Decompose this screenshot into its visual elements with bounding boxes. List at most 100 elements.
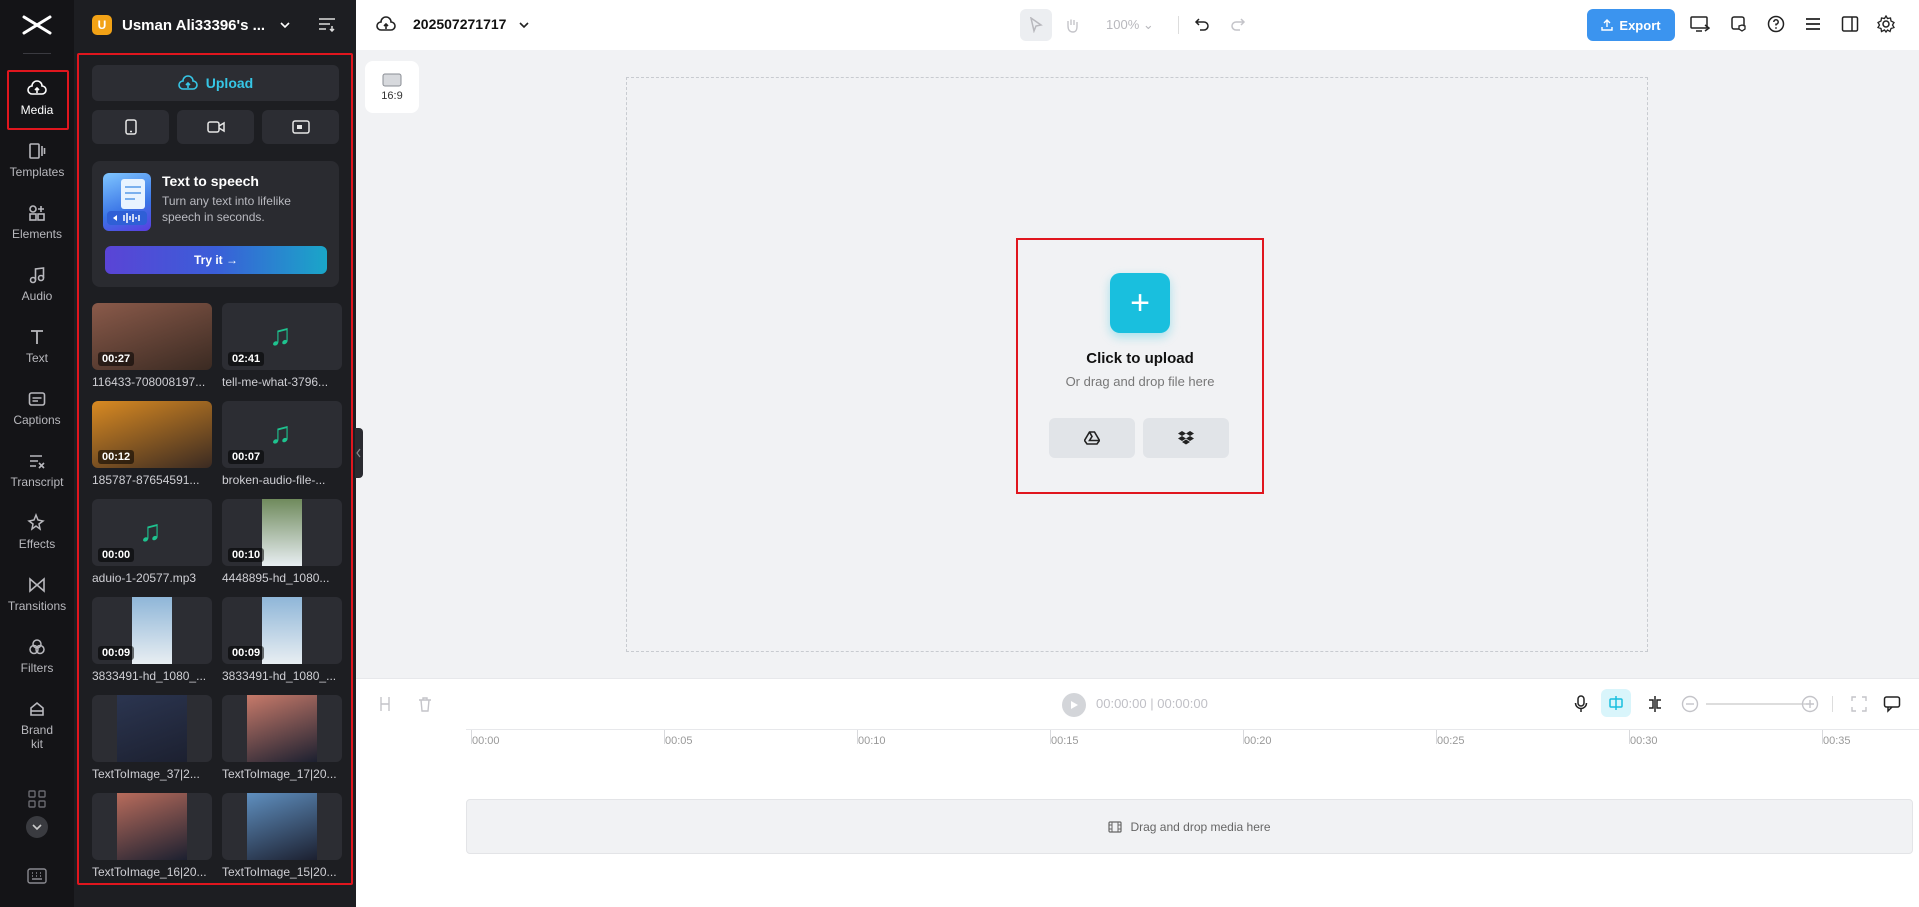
media-item[interactable]: 00:09 3833491-hd_1080_...: [222, 597, 342, 683]
rail-item-media[interactable]: Media: [4, 70, 70, 130]
ruler-tick: 00:20: [1243, 730, 1272, 747]
panel-toggle-icon[interactable]: [1841, 15, 1859, 33]
media-filename: TextToImage_16|20...: [92, 865, 207, 879]
workspace-switcher[interactable]: U Usman Ali33396's ...: [74, 0, 356, 50]
rail-item-transcript[interactable]: Transcript: [4, 442, 70, 498]
undo-icon[interactable]: [1194, 16, 1210, 32]
upload-from-phone-button[interactable]: [92, 110, 169, 144]
trash-icon[interactable]: [418, 696, 432, 712]
media-item[interactable]: 00:12 185787-87654591...: [92, 401, 212, 487]
phone-icon: [124, 119, 137, 135]
media-item[interactable]: TextToImage_37|2...: [92, 695, 212, 781]
hand-tool-button[interactable]: [1056, 9, 1088, 41]
aspect-ratio-button[interactable]: 16:9: [365, 61, 419, 113]
media-filename: 3833491-hd_1080_...: [222, 669, 337, 683]
chevron-left-icon: [356, 448, 361, 458]
media-item[interactable]: ♫ 02:41 tell-me-what-3796...: [222, 303, 342, 389]
redo-icon[interactable]: [1230, 16, 1246, 32]
split-icon[interactable]: [378, 696, 392, 712]
rail-item-brand-kit[interactable]: Brand kit: [4, 694, 70, 756]
upload-button[interactable]: Upload: [92, 65, 339, 101]
add-media-button[interactable]: +: [1110, 273, 1170, 333]
image-frame: [117, 793, 187, 860]
media-filename: broken-audio-file-...: [222, 473, 326, 487]
shield-check-icon[interactable]: [1730, 15, 1748, 33]
timeline-ruler[interactable]: 00:00 00:05 00:10 00:15 00:20 00:25 00:30 00:35: [466, 729, 1919, 749]
media-item[interactable]: TextToImage_17|20...: [222, 695, 342, 781]
rail-item-label: Media: [20, 103, 54, 117]
hand-icon: [1067, 19, 1078, 33]
capcut-logo-icon[interactable]: [21, 12, 53, 38]
media-item[interactable]: 00:09 3833491-hd_1080_...: [92, 597, 212, 683]
fit-timeline-icon[interactable]: [1851, 696, 1867, 712]
ruler-tick: 00:25: [1436, 730, 1465, 747]
media-item[interactable]: ♫ 00:07 broken-audio-file-...: [222, 401, 342, 487]
media-item[interactable]: ♫ 00:00 aduio-1-20577.mp3: [92, 499, 212, 585]
apps-grid-icon[interactable]: [0, 790, 74, 808]
record-screen-button[interactable]: [262, 110, 339, 144]
rail-item-captions[interactable]: Captions: [4, 380, 70, 436]
upload-dropzone[interactable]: + Click to upload Or drag and drop file …: [1016, 238, 1264, 494]
present-icon[interactable]: [1690, 15, 1710, 33]
rail-item-templates[interactable]: Templates: [4, 132, 70, 188]
zoom-slider[interactable]: [1706, 703, 1806, 705]
media-panel: U Usman Ali33396's ... Upload Text to sp…: [74, 0, 356, 907]
media-duration: 00:00: [98, 548, 135, 562]
media-item[interactable]: 00:27 116433-708008197...: [92, 303, 212, 389]
media-item[interactable]: 00:10 4448895-hd_1080...: [222, 499, 342, 585]
rail-item-text[interactable]: Text: [4, 318, 70, 374]
gear-icon[interactable]: [1877, 15, 1895, 33]
rail-item-audio[interactable]: Audio: [4, 256, 70, 312]
select-tool-button[interactable]: [1020, 9, 1052, 41]
effects-icon: [27, 513, 45, 531]
canvas-area: 16:9 + Click to upload Or drag and drop …: [356, 50, 1919, 678]
ruler-tick: 00:35: [1822, 730, 1851, 747]
record-video-button[interactable]: [177, 110, 254, 144]
play-button[interactable]: [1062, 693, 1086, 717]
rail-item-effects[interactable]: Effects: [4, 504, 70, 560]
media-item[interactable]: TextToImage_15|20...: [222, 793, 342, 879]
export-button[interactable]: Export: [1587, 9, 1675, 41]
media-thumbnail: [92, 793, 212, 860]
collapse-panel-handle[interactable]: [355, 428, 363, 478]
auto-snap-button[interactable]: [1601, 689, 1631, 717]
playback-time: 00:00:00 | 00:00:00: [1096, 696, 1208, 711]
rail-item-elements[interactable]: Elements: [4, 194, 70, 250]
zoom-out-icon[interactable]: [1681, 695, 1699, 713]
zoom-in-icon[interactable]: [1801, 695, 1819, 713]
microphone-icon[interactable]: [1574, 695, 1588, 713]
brand-kit-icon: [30, 701, 44, 716]
expand-rail-button[interactable]: [0, 815, 74, 839]
link-clips-icon[interactable]: [1646, 695, 1664, 713]
comment-icon[interactable]: [1883, 695, 1901, 713]
export-icon: [1601, 19, 1614, 31]
main-track-dropzone[interactable]: Drag and drop media here: [466, 799, 1913, 854]
media-duration: 00:12: [98, 450, 135, 464]
media-thumbnail: [222, 793, 342, 860]
rail-item-transitions[interactable]: Transitions: [4, 566, 70, 622]
media-thumbnail: 00:09: [222, 597, 342, 664]
pointer-icon: [1029, 17, 1043, 33]
layers-icon[interactable]: [1804, 15, 1822, 33]
keyboard-shortcuts-icon[interactable]: [0, 868, 74, 884]
media-thumbnail: [222, 695, 342, 762]
google-drive-button[interactable]: [1049, 418, 1135, 458]
video-camera-icon: [206, 121, 225, 133]
chevron-down-icon[interactable]: [518, 19, 530, 31]
dropbox-button[interactable]: [1143, 418, 1229, 458]
cloud-save-icon[interactable]: [376, 15, 396, 33]
try-it-button[interactable]: Try it →: [105, 246, 327, 274]
zoom-level[interactable]: 100% ⌄: [1106, 17, 1154, 33]
music-note-icon: ♫: [269, 319, 292, 352]
timeline-divider: [1832, 696, 1833, 712]
image-frame: [247, 695, 317, 762]
rail-item-filters[interactable]: Filters: [4, 628, 70, 684]
help-icon[interactable]: [1767, 15, 1785, 33]
rail-item-label: Elements: [11, 227, 63, 241]
media-filename: 4448895-hd_1080...: [222, 571, 330, 585]
project-name[interactable]: 202507271717: [413, 16, 506, 32]
sort-icon[interactable]: [318, 16, 336, 32]
ruler-tick: 00:30: [1629, 730, 1658, 747]
media-item[interactable]: TextToImage_16|20...: [92, 793, 212, 879]
media-thumbnail: 00:27: [92, 303, 212, 370]
